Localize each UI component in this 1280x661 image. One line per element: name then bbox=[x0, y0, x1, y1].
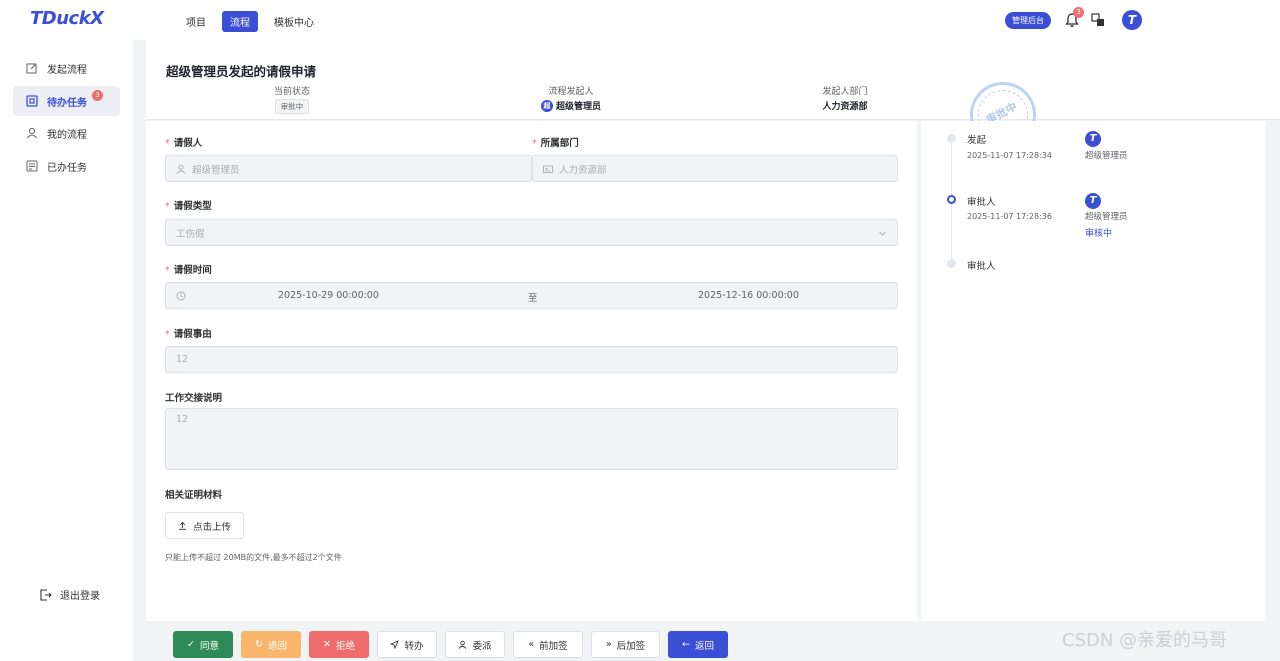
leave-time-range[interactable]: 2025-10-29 00:00:00 至 2025-12-16 00:00:0… bbox=[165, 282, 898, 309]
department-field-value: 人力资源部 bbox=[559, 164, 607, 176]
admin-console-button[interactable]: 管理后台 bbox=[1005, 12, 1051, 29]
user-icon bbox=[27, 128, 37, 139]
sidebar-item-label: 已办任务 bbox=[47, 162, 87, 174]
initiator-name: 超级管理员 bbox=[555, 102, 601, 112]
nav-templates[interactable]: 模板中心 bbox=[266, 11, 322, 32]
sidebar-item-done[interactable]: 已办任务 bbox=[13, 151, 120, 181]
applicant-field[interactable]: 超级管理员 bbox=[165, 155, 532, 182]
approve-button[interactable]: ✓ 同意 bbox=[173, 631, 233, 658]
user-icon bbox=[176, 164, 186, 174]
clock-icon bbox=[176, 291, 186, 300]
logout-button[interactable]: 退出登录 bbox=[40, 587, 100, 602]
range-separator: 至 bbox=[528, 293, 538, 304]
add-sign-after-button[interactable]: » 后加签 bbox=[591, 631, 660, 658]
department-label: 发起人部门 bbox=[822, 87, 868, 97]
sidebar-item-todo[interactable]: 待办任务 3 bbox=[13, 86, 120, 116]
done-icon bbox=[26, 160, 38, 172]
edit-icon bbox=[26, 63, 37, 74]
initiator-department: 发起人部门 人力资源部 bbox=[812, 84, 878, 112]
upload-button[interactable]: 点击上传 bbox=[165, 512, 244, 539]
process-header: 超级管理员发起的请假申请 当前状态 审批中 流程发起人 超超级管理员 发起人部门… bbox=[146, 40, 1280, 120]
nav-flow[interactable]: 流程 bbox=[222, 11, 258, 32]
department-value: 人力资源部 bbox=[822, 102, 868, 112]
leave-reason-field[interactable]: 12 bbox=[165, 346, 898, 373]
timeline-step-time: 2025-11-07 17:28:34 bbox=[967, 151, 1052, 160]
department-field[interactable]: 人力资源部 bbox=[532, 155, 898, 182]
current-status-label: 当前状态 bbox=[273, 87, 310, 97]
initiator-label: 流程发起人 bbox=[548, 87, 594, 97]
timeline-user-avatar: T bbox=[1085, 131, 1101, 147]
timeline-step-status: 审核中 bbox=[1085, 229, 1113, 239]
language-switch-icon[interactable] bbox=[1091, 13, 1105, 27]
timeline-user-name: 超级管理员 bbox=[1085, 212, 1128, 222]
timeline-step-title: 审批人 bbox=[967, 197, 996, 208]
user-avatar[interactable]: T bbox=[1122, 10, 1142, 30]
leave-reason-label: * 请假事由 bbox=[165, 329, 212, 340]
current-status: 当前状态 审批中 bbox=[264, 84, 320, 114]
handover-label: 工作交接说明 bbox=[165, 393, 223, 404]
handover-value: 12 bbox=[176, 414, 189, 425]
check-icon: ✓ bbox=[187, 639, 195, 650]
leave-type-value: 工伤假 bbox=[176, 228, 205, 240]
arrow-left-icon: ← bbox=[682, 639, 690, 650]
sidebar-item-label: 发起流程 bbox=[47, 64, 87, 76]
logout-icon bbox=[40, 588, 52, 601]
timeline-user-name: 超级管理员 bbox=[1085, 151, 1128, 161]
app-logo[interactable]: TDuckX bbox=[30, 8, 104, 29]
upload-icon bbox=[178, 521, 186, 530]
leave-type-label: * 请假类型 bbox=[165, 201, 212, 212]
top-bar: TDuckX 项目 流程 模板中心 管理后台 3 T bbox=[0, 0, 1280, 40]
attachment-label: 相关证明材料 bbox=[165, 490, 223, 501]
logout-label: 退出登录 bbox=[60, 591, 100, 602]
leave-reason-value: 12 bbox=[176, 354, 189, 365]
user-icon bbox=[459, 640, 467, 649]
department-field-label: * 所属部门 bbox=[532, 138, 579, 149]
sidebar-item-label: 我的流程 bbox=[47, 129, 87, 141]
refresh-icon: ↻ bbox=[255, 639, 263, 650]
nav-projects[interactable]: 项目 bbox=[178, 11, 214, 32]
sidebar-item-label: 待办任务 bbox=[47, 97, 87, 109]
delegate-button[interactable]: 委派 bbox=[445, 631, 505, 658]
close-icon: ✕ bbox=[323, 639, 331, 650]
timeline-step-title: 审批人 bbox=[967, 261, 996, 272]
applicant-value: 超级管理员 bbox=[192, 164, 240, 176]
applicant-label: * 请假人 bbox=[165, 138, 203, 149]
handover-textarea[interactable]: 12 bbox=[165, 408, 898, 470]
status-badge: 审批中 bbox=[274, 99, 310, 114]
page-title: 超级管理员发起的请假申请 bbox=[166, 64, 317, 79]
start-date[interactable]: 2025-10-29 00:00:00 bbox=[278, 290, 379, 301]
back-button[interactable]: ← 返回 bbox=[668, 631, 728, 658]
double-left-icon: « bbox=[528, 639, 535, 650]
watermark: CSDN @亲爱的马哥 bbox=[1062, 630, 1228, 651]
transfer-button[interactable]: 转办 bbox=[377, 631, 437, 658]
reject-button[interactable]: ✕ 拒绝 bbox=[309, 631, 369, 658]
leave-type-select[interactable]: 工伤假 bbox=[165, 219, 898, 246]
timeline-step-time: 2025-11-07 17:28:36 bbox=[967, 212, 1052, 221]
todo-icon bbox=[26, 95, 38, 107]
leave-time-label: * 请假时间 bbox=[165, 265, 212, 276]
id-card-icon bbox=[543, 165, 553, 173]
chevron-down-icon bbox=[879, 231, 886, 236]
sidebar-item-my-flow[interactable]: 我的流程 bbox=[13, 118, 120, 148]
timeline-step-title: 发起 bbox=[967, 135, 987, 146]
double-right-icon: » bbox=[605, 639, 612, 650]
send-icon bbox=[390, 640, 400, 649]
top-nav: 项目 流程 模板中心 bbox=[178, 11, 322, 32]
return-button[interactable]: ↻ 退回 bbox=[241, 631, 301, 658]
todo-count-badge: 3 bbox=[92, 90, 103, 101]
add-sign-before-button[interactable]: «前加签 bbox=[513, 631, 583, 658]
upload-tip: 只能上传不超过 20MB的文件,最多不超过2个文件 bbox=[165, 553, 342, 562]
sidebar-item-start-flow[interactable]: 发起流程 bbox=[13, 53, 120, 83]
timeline-dot bbox=[947, 259, 956, 268]
initiator-avatar: 超 bbox=[540, 99, 553, 112]
initiator: 流程发起人 超超级管理员 bbox=[526, 84, 616, 112]
upload-label: 点击上传 bbox=[192, 521, 231, 533]
notification-badge: 3 bbox=[1073, 7, 1084, 18]
end-date[interactable]: 2025-12-16 00:00:00 bbox=[698, 290, 799, 301]
timeline-dot-current bbox=[947, 195, 956, 204]
timeline-dot bbox=[947, 134, 956, 143]
timeline-user-avatar: T bbox=[1085, 193, 1101, 209]
